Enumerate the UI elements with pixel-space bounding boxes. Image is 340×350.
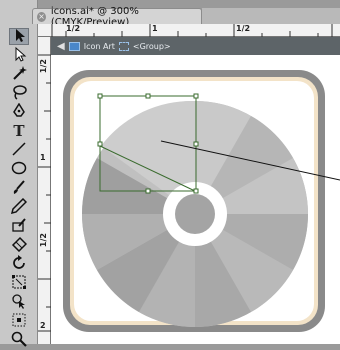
isolation-layer-label[interactable]: Icon Art: [84, 42, 115, 51]
rotate-icon: [11, 255, 27, 274]
pencil-icon: [10, 197, 28, 217]
isolation-group-label[interactable]: <Group>: [133, 42, 171, 51]
ruler-label: 1: [152, 24, 158, 33]
rotate-tool[interactable]: [9, 255, 29, 274]
disc-graphic: [82, 100, 308, 327]
zoom-icon: [11, 331, 27, 350]
selection-tool[interactable]: [9, 28, 29, 45]
horizontal-ruler-ticks: [51, 24, 333, 37]
ruler-label: 1/2: [66, 24, 81, 33]
shape-builder-icon: [11, 293, 27, 312]
ruler-label: 1: [40, 153, 46, 162]
zoom-tool[interactable]: [9, 331, 29, 350]
selection-handle: [145, 93, 151, 99]
magic-wand-icon: [11, 65, 27, 84]
shape-builder-tool[interactable]: [9, 294, 29, 311]
selection-handle: [97, 93, 103, 99]
direct-selection-tool[interactable]: [9, 46, 29, 65]
eraser-tool[interactable]: [9, 236, 29, 255]
blob-brush-tool[interactable]: [9, 218, 29, 235]
eraser-icon: [11, 236, 28, 255]
back-arrow-icon[interactable]: ◀: [57, 41, 65, 52]
layer-icon: [68, 41, 80, 51]
line-segment-icon: [11, 141, 27, 160]
free-transform-tool[interactable]: [9, 275, 29, 292]
selection-handle: [193, 93, 199, 99]
ellipse-icon: [11, 160, 27, 179]
pen-icon: [11, 102, 27, 122]
isolation-mode-bar: ◀ Icon Art <Group>: [51, 37, 340, 55]
ruler-label: 1/2: [39, 233, 48, 248]
direct-selection-arrow-icon: [11, 46, 27, 65]
ruler-label: 1/2: [39, 59, 48, 74]
lasso-icon: [11, 84, 27, 103]
selection-handle: [97, 141, 103, 147]
perspective-grid-tool[interactable]: [9, 313, 29, 330]
close-icon[interactable]: ×: [37, 11, 46, 22]
ruler-label: 2: [40, 321, 46, 330]
vertical-ruler[interactable]: 1/2 1 1/2 2: [38, 37, 51, 344]
line-tool[interactable]: [9, 142, 29, 159]
tab-strip-background: [202, 8, 340, 24]
disc-icon-artwork[interactable]: [51, 55, 340, 344]
vertical-ruler-ticks: [38, 54, 51, 332]
ellipse-tool[interactable]: [9, 161, 29, 178]
horizontal-ruler[interactable]: 1/2 1 1/2: [38, 24, 340, 37]
free-transform-icon: [11, 274, 27, 293]
selection-handle: [193, 141, 199, 147]
blob-brush-icon: [11, 217, 27, 236]
selection-handle: [193, 188, 199, 194]
lasso-tool[interactable]: [9, 85, 29, 102]
paintbrush-tool[interactable]: [9, 180, 29, 197]
type-tool[interactable]: T: [9, 123, 29, 140]
selection-handle: [145, 188, 151, 194]
pen-tool[interactable]: [9, 102, 29, 122]
tools-panel: T: [0, 0, 38, 347]
type-icon: T: [13, 122, 25, 140]
artboard-canvas[interactable]: [51, 55, 340, 344]
perspective-grid-icon: [11, 312, 27, 331]
selection-arrow-icon: [11, 27, 27, 46]
group-icon: [118, 41, 129, 51]
document-tab[interactable]: × icons.ai* @ 300% (CMYK/Preview): [32, 6, 202, 28]
pencil-tool[interactable]: [9, 197, 29, 217]
paintbrush-icon: [11, 179, 27, 198]
magic-wand-tool[interactable]: [9, 66, 29, 83]
ruler-label: 1/2: [236, 24, 251, 33]
